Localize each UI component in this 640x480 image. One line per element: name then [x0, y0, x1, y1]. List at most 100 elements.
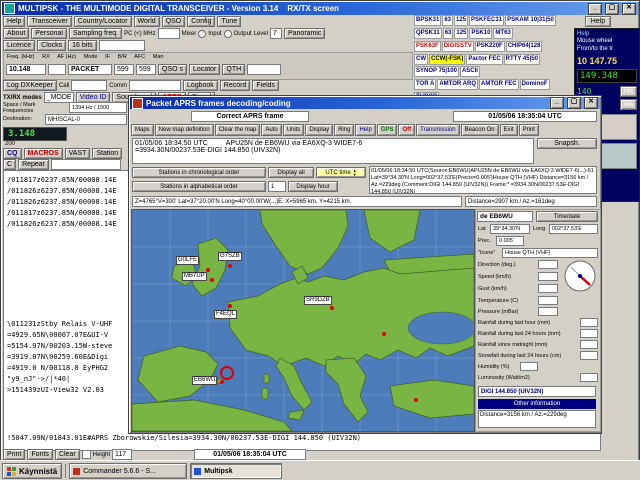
mode-button[interactable]: 125 — [454, 28, 468, 39]
mode-button[interactable]: AMTOR ARQ — [437, 79, 478, 90]
task-multipsk[interactable]: Multipsk — [190, 463, 282, 479]
panoramic-button[interactable]: Panoramic — [284, 28, 325, 39]
mode-button[interactable]: AMTOR FEC — [479, 79, 519, 90]
bottom-checkbox[interactable] — [82, 450, 91, 459]
trx-ma-button-1[interactable]: MA — [620, 86, 637, 97]
mode-button[interactable]: PSK220F — [475, 41, 505, 52]
mode-button[interactable]: CHIP64|128 — [506, 41, 543, 52]
vast-button[interactable]: VAST — [65, 148, 91, 159]
mode-button[interactable]: MT63 — [493, 28, 512, 39]
personal-button[interactable]: Personal — [31, 28, 67, 39]
menu-button[interactable]: Help — [3, 16, 25, 27]
station-dot[interactable] — [414, 398, 418, 402]
sampling-freq-button[interactable]: Sampling freq. — [69, 28, 122, 39]
stations-chrono-button[interactable]: Stations in chronological order — [132, 167, 266, 178]
station-button[interactable]: Station — [92, 148, 122, 159]
call-field[interactable] — [71, 80, 107, 91]
cq-button[interactable]: CQ — [3, 148, 22, 159]
mode-button[interactable]: DominoF — [520, 79, 550, 90]
display-all-button[interactable]: Display all — [268, 167, 314, 178]
mode-button[interactable]: BPSK31 — [414, 15, 441, 26]
destination-field[interactable]: MHISCAL-0 — [45, 114, 127, 125]
maximize-icon[interactable]: ▢ — [605, 3, 619, 15]
trx-ma-button-2[interactable]: MA — [620, 99, 637, 110]
station-marker-label[interactable]: G7SZB — [218, 252, 242, 261]
minimize-icon[interactable]: _ — [550, 97, 564, 109]
mode-button[interactable]: PSKAM 10|31|50 — [505, 15, 556, 26]
fonts-button[interactable]: Fonts — [27, 449, 53, 460]
aprs-toolbar-button[interactable]: Clear the map — [215, 124, 261, 136]
station-dot[interactable] — [330, 306, 334, 310]
fields-button[interactable]: Fields — [252, 80, 279, 91]
licence-button[interactable]: Licence — [3, 40, 35, 51]
mode-field[interactable]: PACKET — [68, 64, 112, 75]
task-commander[interactable]: Commander 5.6.6 - S... — [69, 463, 187, 479]
logbook-button[interactable]: Logbook — [183, 80, 218, 91]
aprs-toolbar-button[interactable]: Auto — [261, 124, 281, 136]
close-icon[interactable]: ✕ — [622, 3, 636, 15]
pc-mhz-field[interactable] — [158, 28, 180, 39]
mode-button[interactable]: 125 — [454, 15, 468, 26]
utc-time-button[interactable]: UTC time ▲▼ — [316, 167, 366, 178]
height-field[interactable]: 117 — [112, 449, 132, 460]
station-marker-label[interactable]: SR9DZB — [304, 296, 332, 305]
station-marker-label[interactable]: MB7UP — [182, 272, 207, 281]
menu-button[interactable]: World — [134, 16, 160, 27]
print-button[interactable]: Print — [3, 449, 25, 460]
level-field[interactable]: 7 — [270, 28, 282, 39]
rst-sent-field[interactable]: 599 — [114, 64, 134, 75]
record-button[interactable]: Record — [220, 80, 251, 91]
help-right-button[interactable]: Help — [585, 16, 611, 27]
comm-field[interactable] — [129, 80, 181, 91]
station-marker-label[interactable]: G0LFE — [176, 256, 199, 265]
start-button[interactable]: Käynnistä — [2, 463, 62, 479]
mode-button[interactable]: 63 — [443, 28, 454, 39]
menu-button[interactable]: Tune — [217, 16, 241, 27]
mode-button[interactable]: PSKFEC31 — [469, 15, 504, 26]
time-date-button[interactable]: Time/date — [536, 211, 598, 222]
mode-button[interactable]: PSK63F — [414, 41, 441, 52]
mode-button[interactable]: RTTY 45|50 — [504, 54, 540, 65]
qso-button[interactable]: QSO s — [158, 64, 187, 75]
maximize-icon[interactable]: ▢ — [567, 97, 581, 109]
aprs-toolbar-button[interactable]: Units — [283, 124, 305, 136]
spinner-icon[interactable]: ▲▼ — [353, 169, 357, 177]
aprs-toolbar-button[interactable]: Exit — [500, 124, 518, 136]
locator-button[interactable]: Locator — [189, 64, 220, 75]
rst-rcvd-field[interactable]: 599 — [136, 64, 156, 75]
aprs-toolbar-button[interactable]: Beacon On — [461, 124, 499, 136]
minimize-icon[interactable]: _ — [588, 3, 602, 15]
qth-button[interactable]: QTH — [222, 64, 245, 75]
mode-button[interactable]: QPSK31 — [414, 28, 442, 39]
close-icon[interactable]: ✕ — [584, 97, 598, 109]
trx-help-link[interactable]: Help — [575, 29, 639, 37]
mode-button[interactable]: Pactor FEC — [466, 54, 502, 65]
station-dot[interactable] — [220, 380, 224, 384]
menu-button[interactable]: Country/Locator — [74, 16, 132, 27]
clear-button[interactable]: Clear — [55, 449, 80, 460]
log-dxkeeper-button[interactable]: Log DXKeeper — [3, 80, 57, 91]
mode-button[interactable]: TOR A — [414, 79, 436, 90]
aprs-toolbar-button[interactable]: Off — [398, 124, 415, 136]
mode-button[interactable]: DIGISSTV — [442, 41, 474, 52]
qth-field[interactable] — [247, 64, 281, 75]
macros-button[interactable]: MACROS — [24, 148, 63, 159]
bits-field[interactable] — [99, 40, 145, 51]
station-dot[interactable] — [228, 304, 232, 308]
aprs-toolbar-button[interactable]: Ring — [334, 124, 354, 136]
station-dot[interactable] — [210, 278, 214, 282]
mode-button[interactable]: SYNOP 75|100 — [414, 66, 459, 77]
input-radio[interactable] — [198, 30, 206, 38]
output-radio[interactable] — [224, 30, 232, 38]
station-dot[interactable] — [228, 264, 232, 268]
station-marker-label[interactable]: F4EQL — [214, 310, 237, 319]
clocks-button[interactable]: Clocks — [37, 40, 66, 51]
macro-field[interactable] — [51, 159, 121, 170]
station-marker-label[interactable]: EB6WU — [192, 376, 217, 385]
aprs-toolbar-button[interactable]: Maps — [131, 124, 154, 136]
aprs-toolbar-button[interactable]: Display — [305, 124, 333, 136]
menu-button[interactable]: Config — [187, 16, 215, 27]
aprs-toolbar-button[interactable]: Print — [519, 124, 539, 136]
af-field[interactable] — [48, 64, 66, 75]
mode-button[interactable]: ASCII — [460, 66, 480, 77]
